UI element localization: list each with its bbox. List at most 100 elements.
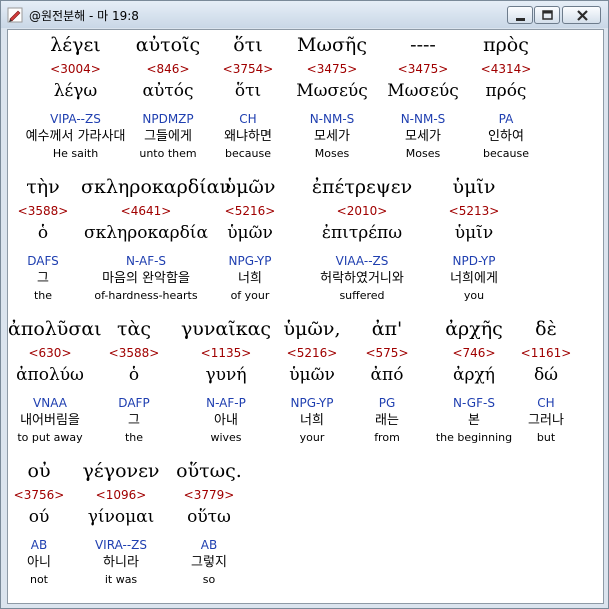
strong-number: <3779> (183, 488, 235, 502)
english-gloss: not (29, 573, 48, 586)
minimize-icon (516, 18, 525, 21)
greek-word: ὑμῶν (224, 176, 276, 198)
english-gloss: your (299, 431, 325, 444)
korean-gloss: 하니라 (103, 555, 139, 570)
morphology-code: N-AF-P (206, 396, 246, 410)
morphology-code: N-AF-S (125, 254, 167, 268)
minimize-button[interactable] (507, 6, 533, 24)
word-column[interactable]: ἐπέτρεψεν <2010> ἐπιτρέπω VIAA--ZS 허락하였거니와 su… (298, 172, 426, 304)
title-bar[interactable]: @원전분해 - 마 19:8 (1, 1, 608, 28)
lemma-word: γυνή (205, 365, 247, 385)
word-column[interactable]: τὰς <3588> ὁ DAFP 그 the (91, 314, 177, 446)
lemma-word: γίνομαι (87, 507, 155, 527)
word-column[interactable]: σκληροκαρδίαν <4641> σκληροκαρδία N-AF-S 마음의… (81, 172, 232, 304)
english-gloss: so (202, 573, 216, 586)
greek-word: τὰς (117, 318, 151, 340)
english-gloss: it was (104, 573, 138, 586)
korean-gloss: 너희에게 (450, 271, 498, 286)
korean-gloss: 그 (128, 413, 140, 428)
english-gloss: Moses (314, 147, 350, 160)
greek-word: σκληροκαρδίαν (81, 176, 232, 198)
verse-row: οὐ <3756> ού AB 아니 not γέγονεν <1096> γίνομαι VIR… (8, 456, 603, 598)
word-column[interactable]: αὐτοῖς <846> αὐτός NPDMZP 그들에게 unto them (120, 30, 216, 162)
greek-word: τὴν (26, 176, 60, 198)
maximize-button[interactable] (534, 6, 560, 24)
korean-gloss: 그렇지 (191, 555, 227, 570)
lemma-word: ὅτι (234, 81, 262, 101)
lemma-word: ὑμῖν (454, 223, 494, 243)
word-column[interactable]: ὑμῖν <5213> ὑμῖν NPD-YP 너희에게 you (426, 172, 522, 304)
korean-gloss: 모세가 (314, 129, 350, 144)
morphology-code: N-NM-S (400, 112, 446, 126)
greek-word: ἐπέτρεψεν (311, 176, 413, 198)
strong-number: <4641> (120, 204, 172, 218)
korean-gloss: 내어버림을 (20, 413, 80, 428)
strong-number: <3756> (13, 488, 65, 502)
english-gloss: but (536, 431, 556, 444)
korean-gloss: 허락하였거니와 (320, 271, 404, 286)
word-column[interactable]: ---- <3475> Μωσεύς N-NM-S 모세가 Moses (380, 30, 466, 162)
korean-gloss: 왜냐하면 (224, 129, 272, 144)
word-column[interactable]: οὕτως. <3779> οὕτω AB 그렇지 so (159, 456, 259, 588)
word-column[interactable]: ἀπολῦσαι <630> ἀπολύω VNAA 내어버림을 to put away (8, 314, 102, 446)
korean-gloss: 아니 (27, 555, 51, 570)
strong-number: <5216> (286, 346, 338, 360)
strong-number: <3475> (397, 62, 449, 76)
korean-gloss: 마음의 완악함을 (102, 271, 190, 286)
morphology-code: NPG-YP (290, 396, 334, 410)
greek-word: πρὸς (483, 34, 529, 56)
greek-word: γυναῖκας (180, 318, 272, 340)
strong-number: <4314> (480, 62, 532, 76)
word-column[interactable]: πρὸς <4314> πρός PA 인하여 because (463, 30, 549, 162)
korean-gloss: 래는 (375, 413, 399, 428)
english-gloss: of-hardness-hearts (94, 289, 198, 302)
strong-number: <3754> (222, 62, 274, 76)
korean-gloss: 아내 (214, 413, 238, 428)
strong-number: <3475> (306, 62, 358, 76)
morphology-code: N-NM-S (309, 112, 355, 126)
morphology-code: VIRA--ZS (94, 538, 148, 552)
close-icon (577, 10, 588, 21)
morphology-code: CH (239, 112, 257, 126)
greek-word: ---- (410, 34, 436, 56)
english-gloss: Moses (405, 147, 441, 160)
word-column[interactable]: δὲ <1161> δώ CH 그러나 but (503, 314, 589, 446)
morphology-code: CH (537, 396, 555, 410)
greek-word: αὐτοῖς (135, 34, 201, 56)
lemma-word: δώ (533, 365, 559, 385)
interlinear-panel: λέγει <3004> λέγω VIPA--ZS 예수께서 가라사대 He saith… (7, 29, 604, 604)
korean-gloss: 그러나 (528, 413, 564, 428)
strong-number: <3588> (17, 204, 69, 218)
greek-word: ὅτι (233, 34, 263, 56)
lemma-word: ὁ (37, 223, 49, 243)
english-gloss: the (124, 431, 144, 444)
morphology-code: VNAA (33, 396, 67, 410)
lemma-word: ὑμῶν (227, 223, 273, 243)
korean-gloss: 그 (37, 271, 49, 286)
lemma-word: Μωσεύς (296, 81, 368, 101)
morphology-code: AB (30, 538, 48, 552)
maximize-icon (542, 10, 553, 20)
greek-word: δὲ (535, 318, 557, 340)
close-button[interactable] (562, 6, 601, 24)
strong-number: <630> (28, 346, 72, 360)
word-column[interactable]: τὴν <3588> ὁ DAFS 그 the (8, 172, 78, 304)
word-column[interactable]: γέγονεν <1096> γίνομαι VIRA--ZS 하니라 it was (73, 456, 169, 588)
word-column[interactable]: ἀπ' <575> ἀπό PG 래는 from (348, 314, 426, 446)
word-column[interactable]: ὅτι <3754> ὅτι CH 왜냐하면 because (205, 30, 291, 162)
lemma-word: ἐπιτρέπω (321, 223, 403, 243)
lemma-word: αὐτός (142, 81, 194, 101)
lemma-word: ού (28, 507, 50, 527)
strong-number: <846> (146, 62, 190, 76)
morphology-code: DAFS (27, 254, 59, 268)
word-column[interactable]: ὑμῶν <5216> ὑμῶν NPG-YP 너희 of your (205, 172, 295, 304)
word-column[interactable]: Μωσῆς <3475> Μωσεύς N-NM-S 모세가 Moses (285, 30, 379, 162)
word-column[interactable]: γυναῖκας <1135> γυνή N-AF-P 아내 wives (171, 314, 281, 446)
english-gloss: suffered (339, 289, 385, 302)
lemma-word: ὁ (128, 365, 140, 385)
strong-number: <1161> (520, 346, 572, 360)
word-column[interactable]: ὑμῶν, <5216> ὑμῶν NPG-YP 너희 your (272, 314, 352, 446)
korean-gloss: 인하여 (488, 129, 524, 144)
word-column[interactable]: οὐ <3756> ού AB 아니 not (8, 456, 70, 588)
window-title: @원전분해 - 마 19:8 (29, 9, 139, 23)
